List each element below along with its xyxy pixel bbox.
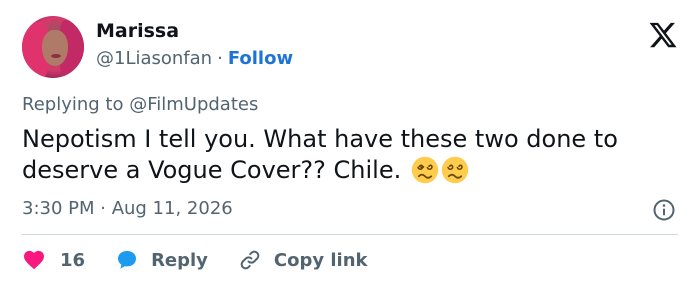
follow-button[interactable]: Follow	[228, 48, 293, 69]
author-handle-row: @1Liasonfan · Follow	[96, 48, 293, 69]
copy-link-label: Copy link	[273, 249, 368, 271]
heart-icon	[24, 250, 44, 270]
woozy-face-emoji-icon	[411, 156, 439, 184]
tweet-timestamp[interactable]: 3:30 PM · Aug 11, 2026	[22, 198, 233, 219]
like-button[interactable]: 16	[22, 248, 85, 272]
reply-button[interactable]: Reply	[115, 248, 208, 272]
info-icon[interactable]	[652, 198, 676, 222]
tweet-card: Marissa @1Liasonfan · Follow Replying to @…	[0, 0, 700, 287]
link-icon	[240, 250, 260, 270]
woozy-face-emoji-icon	[441, 156, 469, 184]
separator-dot: ·	[217, 48, 223, 69]
tweet-body: Nepotism I tell you. What have these two…	[22, 125, 618, 184]
tweet-text: Nepotism I tell you. What have these two…	[22, 124, 682, 186]
author-name[interactable]: Marissa	[96, 20, 179, 42]
reply-bubble-icon	[118, 251, 137, 269]
replying-prefix: Replying to	[22, 94, 130, 115]
author-handle[interactable]: @1Liasonfan	[96, 48, 212, 69]
reply-label: Reply	[151, 249, 208, 271]
like-count: 16	[60, 249, 86, 271]
replying-mention[interactable]: @FilmUpdates	[129, 94, 258, 115]
replying-to: Replying to @FilmUpdates	[22, 94, 258, 115]
copy-link-button[interactable]: Copy link	[238, 248, 368, 272]
action-bar: 16 Reply Copy link	[22, 246, 368, 274]
avatar[interactable]	[22, 16, 84, 78]
divider	[22, 234, 678, 235]
x-logo-icon[interactable]	[648, 20, 678, 50]
